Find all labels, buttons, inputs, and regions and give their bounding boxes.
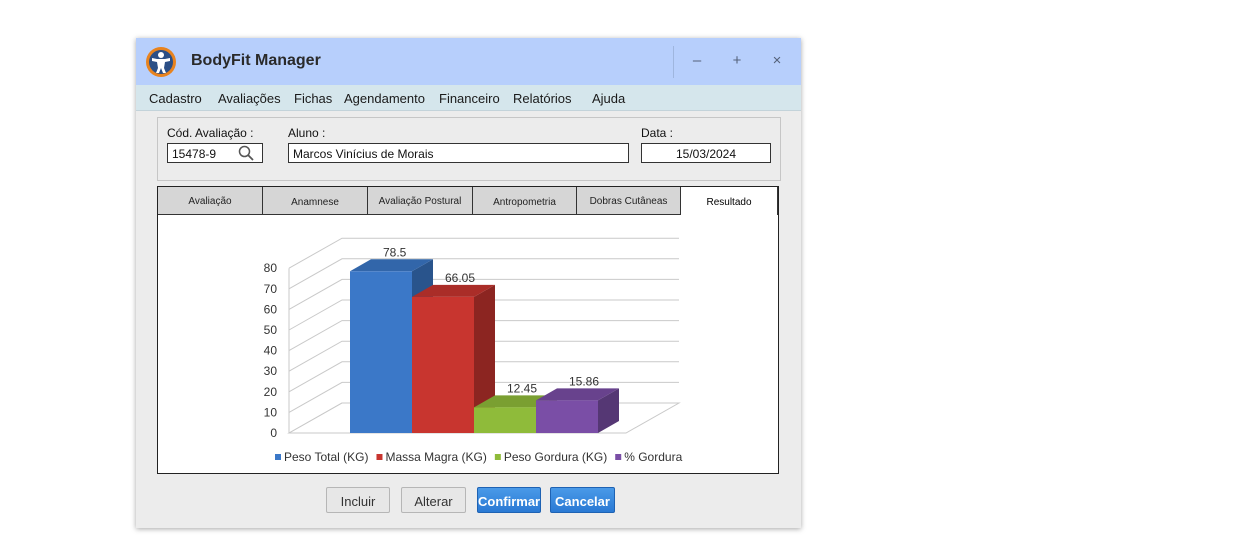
menu-bar: Cadastro Avaliações Fichas Agendamento F… (136, 85, 801, 111)
evaluation-header-panel: Cód. Avaliação : 15478-9 Aluno : Marcos … (157, 117, 781, 181)
data-label: 66.05 (445, 271, 475, 285)
incluir-button[interactable]: Incluir (326, 487, 390, 513)
fitness-logo-icon (146, 47, 176, 77)
legend-swatch (275, 454, 281, 460)
tab-resultado[interactable]: Resultado (681, 187, 778, 215)
y-tick-label: 80 (264, 261, 278, 275)
legend-label: % Gordura (624, 450, 682, 464)
cancelar-button[interactable]: Cancelar (550, 487, 615, 513)
data-label: 15.86 (569, 374, 599, 388)
titlebar-divider (673, 46, 674, 78)
menu-fichas[interactable]: Fichas (294, 91, 332, 106)
legend-swatch (494, 454, 501, 460)
gridline (288, 258, 679, 290)
menu-avaliacoes[interactable]: Avaliações (218, 91, 281, 106)
legend-swatch (615, 454, 622, 460)
menu-ajuda[interactable]: Ajuda (592, 91, 625, 106)
cod-avaliacao-value: 15478-9 (172, 147, 217, 161)
bar (350, 271, 412, 433)
tab-antropometria[interactable]: Antropometria (473, 187, 577, 215)
y-tick-label: 40 (264, 344, 278, 358)
tab-anamnese[interactable]: Anamnese (263, 187, 368, 215)
search-icon[interactable] (238, 145, 254, 161)
data-input[interactable]: 15/03/2024 (641, 143, 771, 163)
cod-avaliacao-label: Cód. Avaliação : (167, 126, 254, 140)
tab-dobras-cutaneas[interactable]: Dobras Cutâneas (577, 187, 681, 215)
gridline (288, 237, 679, 269)
app-window: BodyFit Manager – + × Cadastro Avaliaçõe… (136, 38, 801, 528)
y-tick-label: 20 (264, 385, 278, 399)
y-tick-label: 70 (264, 282, 278, 296)
data-label: Data : (641, 126, 674, 140)
legend-label: Massa Magra (KG) (385, 450, 486, 464)
legend-label: Peso Gordura (KG) (504, 450, 607, 464)
y-tick-label: 60 (264, 302, 278, 316)
y-tick-label: 0 (270, 426, 277, 440)
cod-avaliacao-input[interactable]: 15478-9 (167, 143, 263, 163)
alterar-button[interactable]: Alterar (401, 487, 466, 513)
aluno-input[interactable]: Marcos Vinícius de Morais (288, 143, 629, 163)
aluno-label: Aluno : (288, 126, 326, 140)
results-bar-chart: 0 10 20 30 40 50 60 70 80 78.5 66.05 12.45 15.86 Peso… (264, 237, 683, 464)
bar (536, 400, 598, 433)
confirmar-button[interactable]: Confirmar (477, 487, 541, 513)
maximize-icon[interactable]: + (728, 52, 746, 69)
app-title: BodyFit Manager (191, 52, 321, 69)
data-label: 12.45 (507, 381, 537, 395)
title-bar[interactable]: BodyFit Manager – + × (136, 38, 801, 85)
menu-agendamento[interactable]: Agendamento (344, 91, 425, 106)
legend-label: Peso Total (KG) (284, 450, 368, 464)
legend-swatch (376, 454, 383, 460)
tab-avaliacao-postural[interactable]: Avaliação Postural (368, 187, 473, 215)
menu-relatorios[interactable]: Relatórios (513, 91, 572, 106)
data-label: 78.5 (383, 245, 407, 259)
bar (474, 407, 536, 433)
bar (412, 296, 474, 433)
tab-panel: Avaliação Anamnese Avaliação Postural An… (157, 186, 779, 474)
minimize-icon[interactable]: – (688, 52, 706, 69)
y-tick-label: 30 (264, 364, 278, 378)
tab-avaliacao[interactable]: Avaliação (158, 187, 263, 215)
y-tick-label: 50 (264, 323, 278, 337)
y-tick-label: 10 (264, 405, 278, 419)
menu-financeiro[interactable]: Financeiro (439, 91, 500, 106)
close-icon[interactable]: × (768, 52, 786, 69)
menu-cadastro[interactable]: Cadastro (149, 91, 202, 106)
